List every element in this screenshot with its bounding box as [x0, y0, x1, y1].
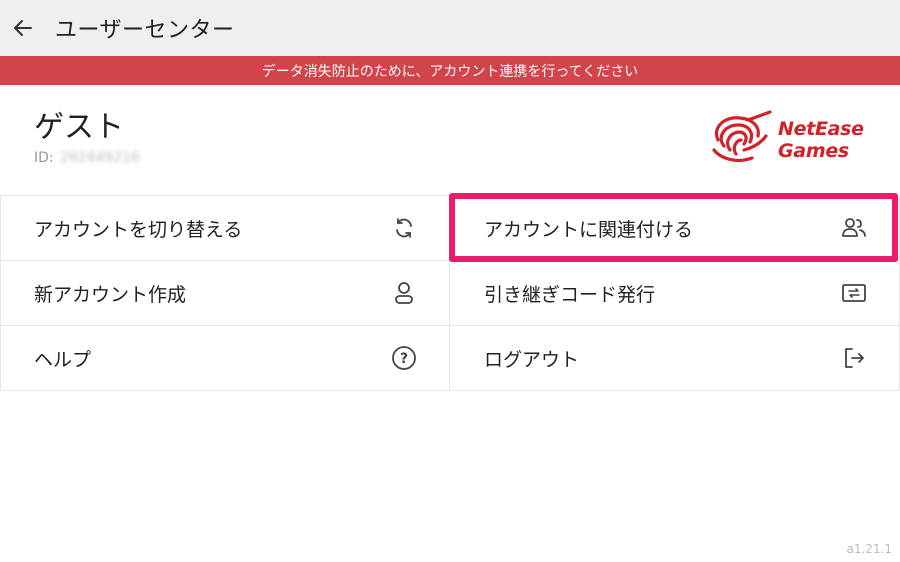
- help-button[interactable]: ヘルプ ?: [0, 326, 450, 391]
- menu-item-label: ログアウト: [484, 348, 580, 371]
- link-account-button[interactable]: アカウントに関連付ける: [450, 196, 900, 261]
- user-id: ID: 292449216: [34, 150, 140, 166]
- netease-games-logo: NetEase Games: [708, 110, 878, 168]
- back-button[interactable]: [12, 17, 34, 39]
- menu-item-label: アカウントを切り替える: [34, 218, 243, 241]
- switch-account-button[interactable]: アカウントを切り替える: [0, 196, 450, 261]
- menu-item-label: 新アカウント作成: [34, 283, 187, 306]
- issue-transfer-code-button[interactable]: 引き継ぎコード発行: [450, 261, 900, 326]
- version-label: a1.21.1: [846, 542, 892, 556]
- logout-button[interactable]: ログアウト: [450, 326, 900, 391]
- logo-text-line2: Games: [778, 140, 849, 162]
- menu-item-label: 引き継ぎコード発行: [484, 283, 656, 306]
- user-icon: [391, 280, 417, 306]
- top-bar: ユーザーセンター: [0, 0, 900, 57]
- logo-text-line1: NetEase: [778, 118, 864, 140]
- warning-banner[interactable]: データ消失防止のために、アカウント連携を行ってください: [0, 56, 900, 85]
- netease-logo-icon: [712, 110, 772, 163]
- user-name: ゲスト: [34, 110, 124, 145]
- page-title: ユーザーセンター: [55, 18, 235, 43]
- svg-text:?: ?: [400, 351, 408, 367]
- user-id-label: ID:: [34, 150, 54, 166]
- create-account-button[interactable]: 新アカウント作成: [0, 261, 450, 326]
- menu-item-label: ヘルプ: [34, 348, 92, 371]
- arrow-left-icon: [14, 20, 32, 36]
- user-id-value: 292449216: [59, 150, 140, 166]
- warning-banner-text: データ消失防止のために、アカウント連携を行ってください: [261, 63, 639, 80]
- help-icon: ?: [391, 345, 417, 371]
- logo-text: NetEase Games: [778, 118, 864, 162]
- menu-item-label: アカウントに関連付ける: [484, 218, 694, 241]
- menu-grid: アカウントを切り替える アカウントに関連付ける 新アカウント作成 引き継ぎコード…: [0, 195, 900, 391]
- ticket-icon: [841, 280, 867, 306]
- refresh-icon: [391, 215, 417, 241]
- logout-icon: [841, 345, 867, 371]
- link-users-icon: [841, 215, 867, 241]
